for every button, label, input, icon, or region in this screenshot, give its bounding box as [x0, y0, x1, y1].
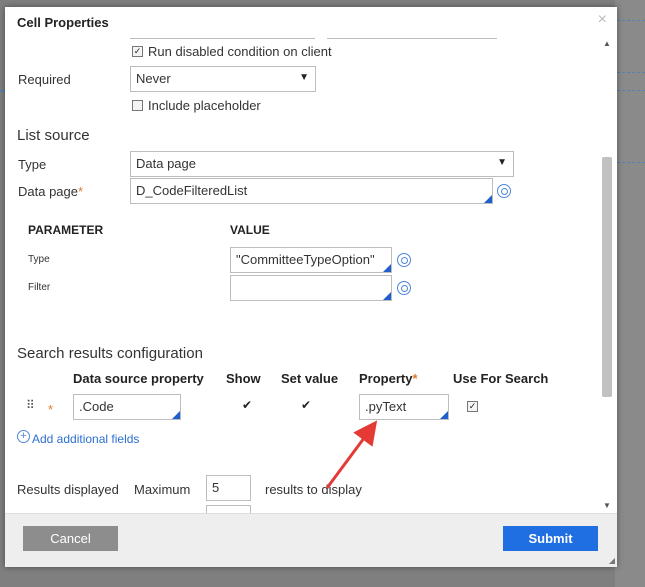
resize-grip-icon[interactable]: ◢: [609, 556, 615, 565]
param-value: "CommitteeTypeOption": [236, 252, 375, 267]
background-page: [615, 0, 645, 587]
include-placeholder-label: Include placeholder: [148, 98, 261, 113]
type-select-value: Data page: [136, 156, 196, 171]
show-checkbox[interactable]: ✔: [242, 398, 252, 412]
param-value-input[interactable]: "CommitteeTypeOption": [230, 247, 392, 273]
scroll-up-icon[interactable]: ▲: [601, 39, 613, 49]
search-config-title: Search results configuration: [17, 345, 203, 362]
dialog-body[interactable]: ✓ Run disabled condition on client Requi…: [5, 35, 617, 513]
add-fields-link[interactable]: Add additional fields: [32, 432, 139, 446]
required-star: *: [48, 402, 54, 417]
parameter-header: PARAMETER: [28, 223, 104, 237]
close-icon[interactable]: ×: [598, 11, 607, 29]
type-select[interactable]: Data page ▼: [130, 151, 514, 177]
required-label: Required: [18, 72, 71, 87]
autocomplete-corner: [484, 195, 492, 203]
cell-properties-dialog: Cell Properties × ✓ Run disabled conditi…: [5, 7, 617, 567]
data-page-label-text: Data page: [18, 184, 78, 199]
maximum-label: Maximum: [134, 482, 191, 497]
gear-target-icon[interactable]: [397, 253, 411, 267]
background-divider: [617, 90, 645, 91]
set-value-checkbox[interactable]: ✔: [301, 398, 311, 412]
autocomplete-corner: [440, 411, 448, 419]
plus-circle-icon[interactable]: +: [17, 430, 30, 443]
use-for-search-checkbox[interactable]: ✓: [467, 401, 478, 412]
partial-input[interactable]: [206, 505, 251, 513]
param-name: Type: [28, 254, 50, 265]
chevron-down-icon: ▼: [299, 72, 309, 83]
col-property-text: Property: [359, 371, 413, 386]
data-source-input[interactable]: .Code: [73, 394, 181, 420]
run-disabled-label: Run disabled condition on client: [148, 44, 332, 59]
chevron-down-icon: ▼: [497, 157, 507, 168]
data-page-value: D_CodeFilteredList: [136, 183, 248, 198]
required-star: *: [78, 184, 84, 199]
background-divider: [617, 20, 645, 21]
include-placeholder-checkbox[interactable]: [132, 100, 143, 111]
data-page-input[interactable]: D_CodeFilteredList: [130, 178, 493, 204]
gear-target-icon[interactable]: [497, 184, 511, 198]
property-input[interactable]: .pyText: [359, 394, 449, 420]
maximum-value: 5: [212, 480, 220, 495]
required-select[interactable]: Never ▼: [130, 66, 316, 92]
dialog-footer: Cancel Submit ◢: [5, 513, 617, 567]
value-header: VALUE: [230, 223, 270, 237]
scrollbar[interactable]: ▲ ▼: [601, 39, 613, 511]
list-source-title: List source: [17, 127, 90, 144]
col-show: Show: [226, 371, 261, 386]
field-partial: [327, 35, 497, 39]
autocomplete-corner: [383, 264, 391, 272]
background-divider: [617, 72, 645, 73]
gear-target-icon[interactable]: [397, 281, 411, 295]
autocomplete-corner: [172, 411, 180, 419]
col-set-value: Set value: [281, 371, 339, 386]
dialog-title: Cell Properties: [17, 15, 109, 30]
scrollbar-thumb[interactable]: [602, 157, 612, 397]
maximum-input[interactable]: 5: [206, 475, 251, 501]
param-name: Filter: [28, 282, 51, 293]
col-property: Property*: [359, 371, 418, 386]
cancel-button[interactable]: Cancel: [23, 526, 118, 551]
data-source-value: .Code: [79, 399, 114, 414]
run-disabled-checkbox[interactable]: ✓: [132, 46, 143, 57]
field-partial: [130, 35, 315, 39]
param-value-input[interactable]: [230, 275, 392, 301]
results-suffix: results to display: [265, 482, 362, 497]
autocomplete-corner: [383, 292, 391, 300]
submit-button[interactable]: Submit: [503, 526, 598, 551]
results-displayed-label: Results displayed: [17, 482, 119, 497]
scroll-down-icon[interactable]: ▼: [601, 501, 613, 511]
type-label: Type: [18, 157, 47, 172]
col-data-source: Data source property: [73, 371, 204, 386]
drag-handle-icon[interactable]: ⠿: [26, 399, 35, 411]
required-star: *: [412, 371, 418, 386]
data-page-label: Data page*: [18, 184, 83, 199]
col-use-for-search: Use For Search: [453, 371, 549, 386]
property-value: .pyText: [365, 399, 407, 414]
required-select-value: Never: [136, 71, 171, 86]
background-divider: [617, 162, 645, 163]
